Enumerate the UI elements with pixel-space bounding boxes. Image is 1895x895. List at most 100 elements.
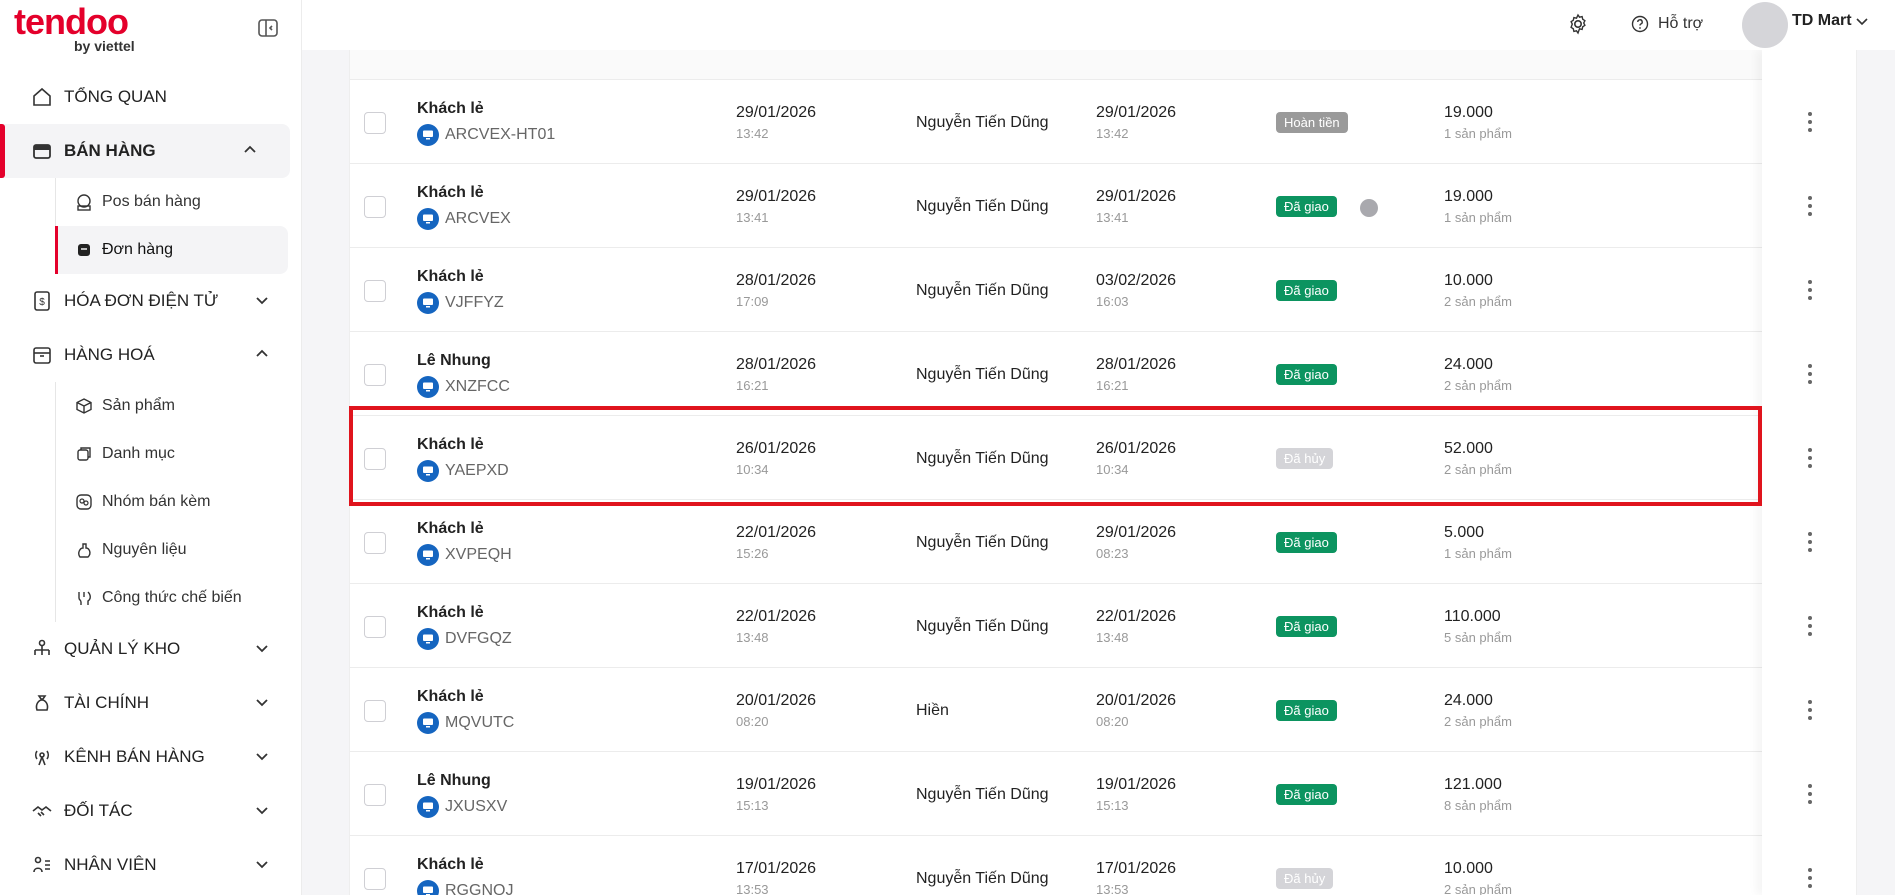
- submenu-item-label: Công thức chế biến: [102, 589, 242, 606]
- customer-cell[interactable]: Khách lẻ RGGNQJ: [417, 856, 513, 895]
- total-amount: 10.000: [1444, 272, 1493, 289]
- row-checkbox[interactable]: [364, 868, 386, 890]
- customer-cell[interactable]: Khách lẻ MQVUTC: [417, 688, 514, 734]
- avatar[interactable]: [1742, 2, 1788, 48]
- customer-cell[interactable]: Khách lẻ XVPEQH: [417, 520, 512, 566]
- sidebar-collapse-icon[interactable]: [256, 16, 280, 40]
- submenu-item-1-1[interactable]: Đơn hàng: [55, 226, 288, 274]
- pos-channel-icon: [417, 712, 439, 734]
- more-actions-icon[interactable]: [1803, 616, 1817, 636]
- submenu-item-3-0[interactable]: Sản phẩm: [56, 382, 302, 430]
- chevron-up-icon[interactable]: [242, 142, 258, 158]
- chevron-up-icon[interactable]: [254, 346, 270, 362]
- created-time: 10:34: [736, 462, 769, 477]
- row-checkbox[interactable]: [364, 616, 386, 638]
- row-checkbox[interactable]: [364, 196, 386, 218]
- submenu-item-3-4[interactable]: Công thức chế biến: [56, 574, 302, 622]
- chevron-down-icon[interactable]: [254, 748, 270, 764]
- chevron-down-icon[interactable]: [254, 640, 270, 656]
- more-actions-icon[interactable]: [1803, 700, 1817, 720]
- completed-date: 29/01/2026: [1096, 104, 1177, 121]
- more-actions-icon[interactable]: [1803, 784, 1817, 804]
- status-badge: Đã giao: [1276, 196, 1337, 217]
- customer-cell[interactable]: Khách lẻ ARCVEX-HT01: [417, 100, 555, 146]
- completed-time: 16:21: [1096, 378, 1129, 393]
- more-actions-icon[interactable]: [1803, 448, 1817, 468]
- customer-cell[interactable]: Lê Nhung JXUSXV: [417, 772, 507, 818]
- completed-at-cell: 28/01/2026 16:21: [1096, 356, 1176, 393]
- completed-date: 22/01/2026: [1096, 608, 1177, 625]
- store-icon: [30, 139, 54, 163]
- submenu-item-1-0[interactable]: Pos bán hàng: [56, 178, 302, 226]
- sidebar-item-0[interactable]: TỔNG QUAN: [0, 70, 302, 124]
- created-at-cell: 19/01/2026 15:13: [736, 776, 816, 813]
- table-row[interactable]: Khách lẻ ARCVEX-HT01 29/01/2026 13:42 Ng…: [350, 80, 1856, 164]
- chevron-down-icon[interactable]: [254, 856, 270, 872]
- more-actions-icon[interactable]: [1803, 280, 1817, 300]
- table-row[interactable]: Lê Nhung XNZFCC 28/01/2026 16:21 Nguyễn …: [350, 332, 1856, 416]
- row-checkbox[interactable]: [364, 364, 386, 386]
- settings-gear-icon[interactable]: [1566, 12, 1590, 36]
- help-link[interactable]: Hỗ trợ: [1630, 12, 1703, 36]
- warehouse-icon: [30, 637, 54, 661]
- more-actions-icon[interactable]: [1803, 532, 1817, 552]
- row-checkbox[interactable]: [364, 448, 386, 470]
- table-row[interactable]: Khách lẻ XVPEQH 22/01/2026 15:26 Nguyễn …: [350, 500, 1856, 584]
- sidebar-item-label: TÀI CHÍNH: [64, 693, 149, 712]
- row-checkbox[interactable]: [364, 784, 386, 806]
- table-row[interactable]: Khách lẻ YAEPXD 26/01/2026 10:34 Nguyễn …: [350, 416, 1856, 500]
- chevron-down-icon: [1855, 18, 1868, 26]
- row-checkbox[interactable]: [364, 700, 386, 722]
- order-code-text: RGGNQJ: [445, 882, 514, 895]
- status-badge: Đã giao: [1276, 784, 1337, 805]
- sidebar-item-4[interactable]: QUẢN LÝ KHO: [0, 622, 302, 676]
- created-time: 08:20: [736, 714, 769, 729]
- completed-at-cell: 29/01/2026 13:41: [1096, 188, 1176, 225]
- submenu-item-3-2[interactable]: Nhóm bán kèm: [56, 478, 302, 526]
- svg-text:$: $: [39, 297, 45, 308]
- created-date: 29/01/2026: [736, 104, 817, 121]
- sidebar-item-7[interactable]: ĐỐI TÁC: [0, 784, 302, 838]
- customer-cell[interactable]: Khách lẻ ARCVEX: [417, 184, 511, 230]
- sidebar-item-5[interactable]: TÀI CHÍNH: [0, 676, 302, 730]
- submenu-item-3-1[interactable]: Danh mục: [56, 430, 302, 478]
- row-checkbox[interactable]: [364, 532, 386, 554]
- table-row[interactable]: Khách lẻ VJFFYZ 28/01/2026 17:09 Nguyễn …: [350, 248, 1856, 332]
- tendoo-logo[interactable]: tendoo by viettel: [14, 4, 135, 55]
- table-row[interactable]: Lê Nhung JXUSXV 19/01/2026 15:13 Nguyễn …: [350, 752, 1856, 836]
- customer-cell[interactable]: Khách lẻ YAEPXD: [417, 436, 509, 482]
- sidebar-item-3[interactable]: HÀNG HOÁ: [0, 328, 302, 382]
- sidebar-item-2[interactable]: $ HÓA ĐƠN ĐIỆN TỬ: [0, 274, 302, 328]
- sidebar-item-1[interactable]: BÁN HÀNG: [0, 124, 290, 178]
- sidebar-item-8[interactable]: NHÂN VIÊN: [0, 838, 302, 892]
- created-at-cell: 29/01/2026 13:41: [736, 188, 816, 225]
- submenu-item-3-3[interactable]: Nguyên liệu: [56, 526, 302, 574]
- customer-cell[interactable]: Lê Nhung XNZFCC: [417, 352, 510, 398]
- user-menu[interactable]: TD Mart: [1792, 12, 1870, 30]
- row-checkbox[interactable]: [364, 112, 386, 134]
- chevron-down-icon[interactable]: [254, 694, 270, 710]
- total-cell: 10.000 2 sản phẩm: [1444, 860, 1512, 895]
- sidebar: tendoo by viettel TỔNG QUAN BÁN HÀNG Pos b…: [0, 0, 302, 895]
- created-date: 19/01/2026: [736, 776, 817, 793]
- sidebar-item-label: NHÂN VIÊN: [64, 855, 157, 874]
- completed-time: 13:48: [1096, 630, 1129, 645]
- chevron-down-icon[interactable]: [254, 292, 270, 308]
- chevron-down-icon[interactable]: [254, 802, 270, 818]
- customer-cell[interactable]: Khách lẻ DVFGQZ: [417, 604, 512, 650]
- more-actions-icon[interactable]: [1803, 364, 1817, 384]
- sidebar-item-6[interactable]: KÊNH BÁN HÀNG: [0, 730, 302, 784]
- seller-name: Nguyễn Tiến Dũng: [916, 534, 1049, 551]
- more-actions-icon[interactable]: [1803, 112, 1817, 132]
- more-actions-icon[interactable]: [1803, 868, 1817, 888]
- customer-cell[interactable]: Khách lẻ VJFFYZ: [417, 268, 504, 314]
- row-checkbox[interactable]: [364, 280, 386, 302]
- more-actions-icon[interactable]: [1803, 196, 1817, 216]
- order-icon: [74, 240, 94, 260]
- actions-column: [1762, 50, 1856, 895]
- table-row[interactable]: Khách lẻ ARCVEX 29/01/2026 13:41 Nguyễn …: [350, 164, 1856, 248]
- table-row[interactable]: Khách lẻ MQVUTC 20/01/2026 08:20 Hiền 20…: [350, 668, 1856, 752]
- table-row[interactable]: Khách lẻ DVFGQZ 22/01/2026 13:48 Nguyễn …: [350, 584, 1856, 668]
- table-row[interactable]: Khách lẻ RGGNQJ 17/01/2026 13:53 Nguyễn …: [350, 836, 1856, 895]
- created-time: 15:26: [736, 546, 769, 561]
